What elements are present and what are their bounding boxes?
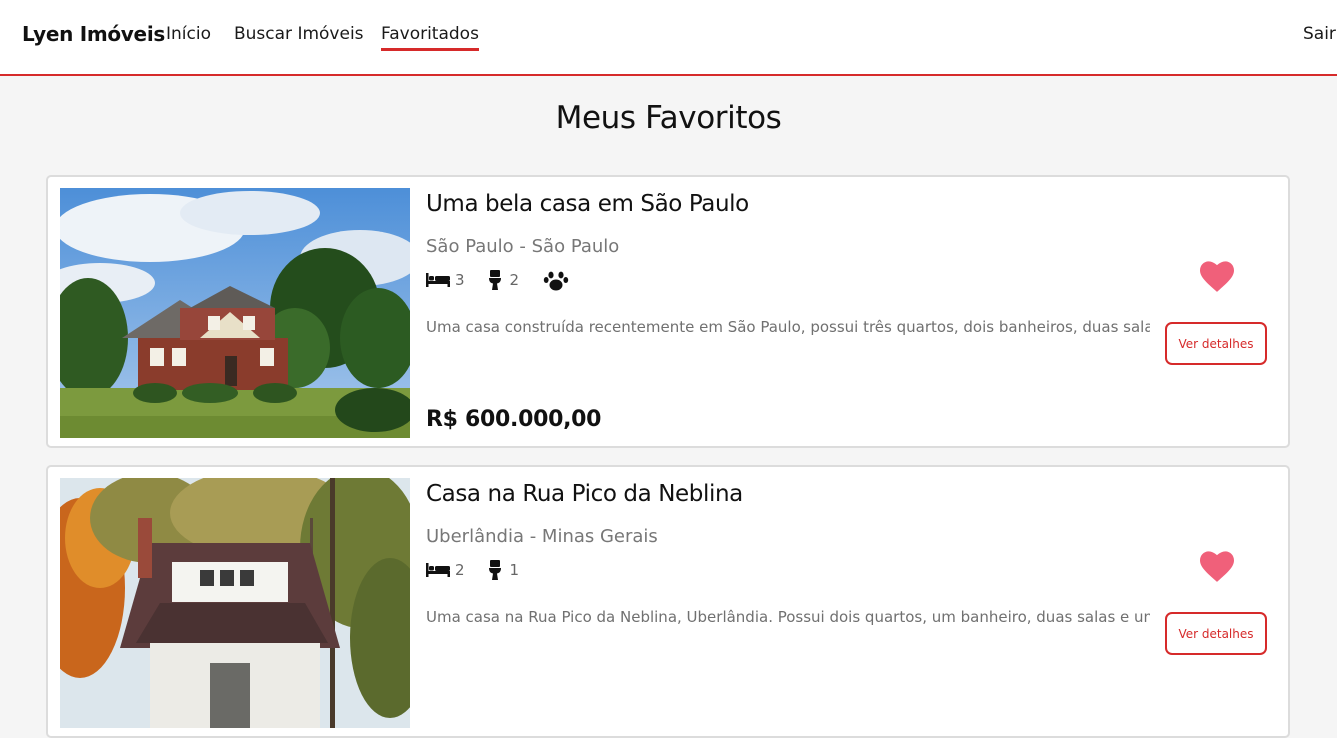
logout-link[interactable]: Sair bbox=[1303, 24, 1336, 48]
bedrooms-count: 3 bbox=[455, 271, 465, 289]
bathrooms-count: 2 bbox=[509, 271, 520, 289]
nav-link-inicio[interactable]: Início bbox=[166, 24, 211, 48]
property-title: Casa na Rua Pico da Neblina bbox=[426, 481, 743, 507]
property-photo[interactable] bbox=[60, 478, 410, 728]
property-features: 2 1 bbox=[426, 558, 543, 582]
bed-icon bbox=[426, 563, 450, 577]
property-card: Uma bela casa em São Paulo São Paulo - S… bbox=[46, 175, 1290, 448]
bathrooms-count: 1 bbox=[509, 561, 520, 579]
paw-icon bbox=[543, 271, 569, 291]
property-photo[interactable] bbox=[60, 188, 410, 438]
top-navbar: Lyen Imóveis Início Buscar Imóveis Favor… bbox=[0, 0, 1337, 76]
view-details-button[interactable]: Ver detalhes bbox=[1165, 612, 1267, 655]
favorite-heart-icon[interactable] bbox=[1200, 551, 1234, 583]
pets-feature bbox=[543, 268, 574, 292]
bathrooms-feature: 1 bbox=[488, 560, 520, 580]
bathrooms-feature: 2 bbox=[488, 270, 520, 290]
bedrooms-count: 2 bbox=[455, 561, 465, 579]
bedrooms-feature: 2 bbox=[426, 561, 465, 579]
property-description: Uma casa construída recentemente em São … bbox=[426, 318, 1150, 336]
bed-icon bbox=[426, 273, 450, 287]
brand-logo[interactable]: Lyen Imóveis bbox=[22, 22, 165, 46]
property-title: Uma bela casa em São Paulo bbox=[426, 191, 749, 217]
property-price: R$ 600.000,00 bbox=[426, 407, 602, 432]
toilet-icon bbox=[488, 560, 501, 580]
nav-link-favoritados[interactable]: Favoritados bbox=[381, 24, 479, 51]
toilet-icon bbox=[488, 270, 501, 290]
property-location: Uberlândia - Minas Gerais bbox=[426, 526, 658, 547]
property-features: 3 2 bbox=[426, 268, 598, 292]
property-card: Casa na Rua Pico da Neblina Uberlândia -… bbox=[46, 465, 1290, 738]
view-details-button[interactable]: Ver detalhes bbox=[1165, 322, 1267, 365]
property-description: Uma casa na Rua Pico da Neblina, Uberlân… bbox=[426, 608, 1150, 626]
page-title: Meus Favoritos bbox=[555, 100, 782, 136]
bedrooms-feature: 3 bbox=[426, 271, 465, 289]
property-location: São Paulo - São Paulo bbox=[426, 236, 620, 257]
nav-link-buscar-imoveis[interactable]: Buscar Imóveis bbox=[234, 24, 364, 48]
favorite-heart-icon[interactable] bbox=[1200, 261, 1234, 293]
